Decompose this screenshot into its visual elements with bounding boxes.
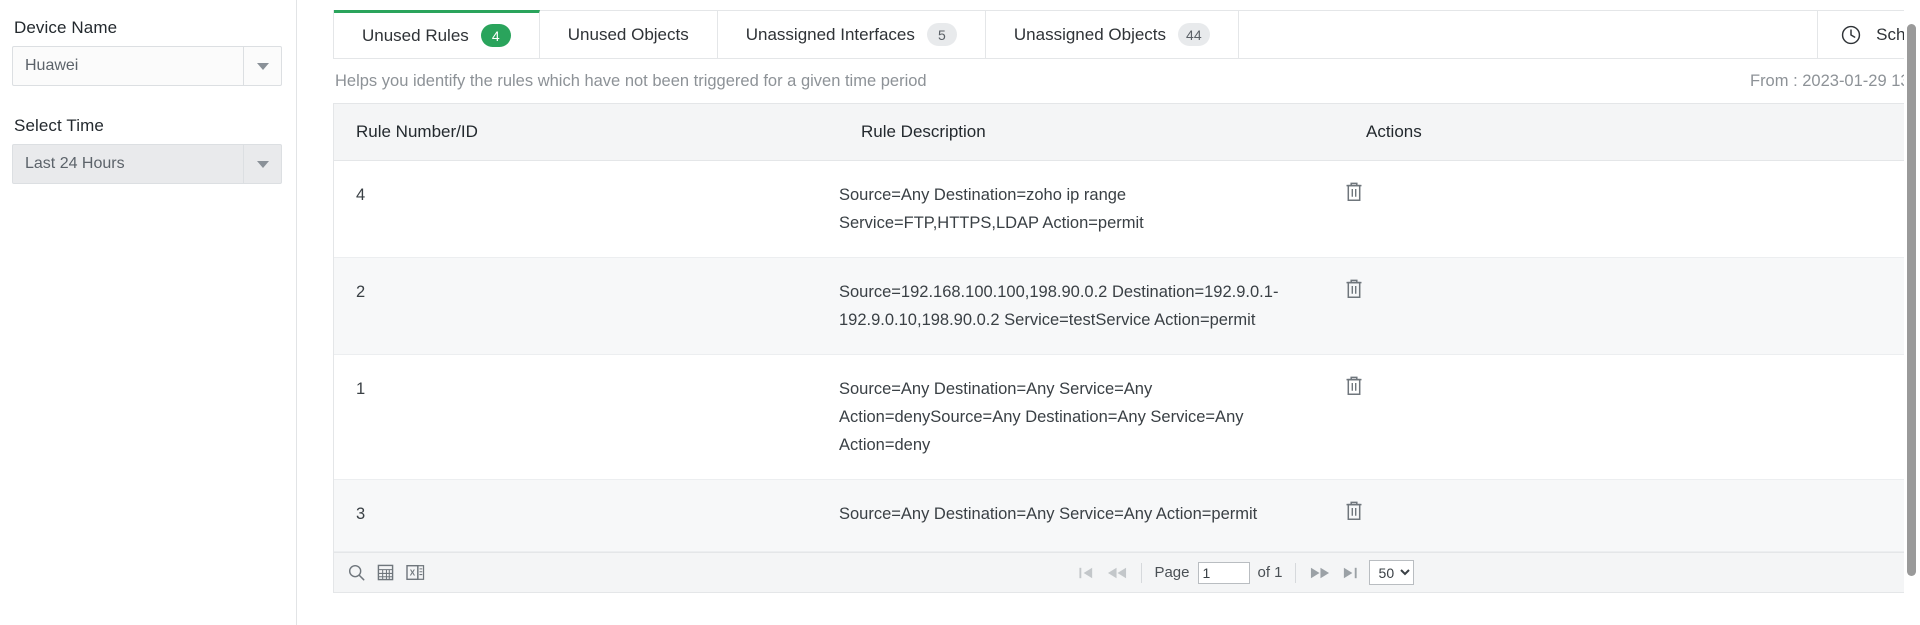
- previous-page-icon: [1107, 566, 1127, 580]
- date-range-label: From : 2023-01-29 13:47:00 | To : 2023-0…: [1750, 72, 1920, 91]
- tab-label: Unassigned Interfaces: [746, 25, 915, 45]
- table-header-row: Rule Number/ID Rule Description Actions: [334, 104, 1920, 161]
- chevron-down-icon: [257, 63, 269, 70]
- trash-icon: [1344, 375, 1364, 397]
- desc-line: Service=FTP,HTTPS,LDAP Action=permit: [839, 209, 1344, 237]
- tab-unused-objects[interactable]: Unused Objects: [540, 11, 718, 58]
- column-header-rule-desc: Rule Description: [839, 104, 1344, 161]
- sub-header: Helps you identify the rules which have …: [333, 59, 1920, 103]
- table-row: 2 Source=192.168.100.100,198.90.0.2 Dest…: [334, 258, 1920, 355]
- main-content: Unused Rules 4 Unused Objects Unassigned…: [297, 0, 1920, 625]
- filters-sidebar: Device Name Huawei Select Time Last 24 H…: [0, 0, 297, 625]
- select-time-value: Last 24 Hours: [13, 145, 243, 183]
- scrollbar-thumb[interactable]: [1907, 24, 1916, 576]
- cell-actions: [1344, 258, 1920, 355]
- trash-icon: [1344, 181, 1364, 203]
- select-time-label: Select Time: [14, 116, 296, 136]
- tab-unassigned-interfaces[interactable]: Unassigned Interfaces 5: [718, 11, 986, 58]
- tab-badge: 4: [481, 24, 511, 47]
- cell-rule-description: Source=Any Destination=zoho ip range Ser…: [839, 161, 1344, 258]
- table-head: Rule Number/ID Rule Description Actions: [334, 104, 1920, 161]
- tab-unassigned-objects[interactable]: Unassigned Objects 44: [986, 11, 1239, 58]
- trash-icon: [1344, 278, 1364, 300]
- next-page-button[interactable]: [1308, 566, 1332, 580]
- clock-icon: [1840, 24, 1862, 46]
- cell-rule-description: Source=Any Destination=Any Service=Any A…: [839, 480, 1344, 552]
- desc-line: Source=192.168.100.100,198.90.0.2 Destin…: [839, 278, 1344, 306]
- table-row: 3 Source=Any Destination=Any Service=Any…: [334, 480, 1920, 552]
- tab-unused-rules[interactable]: Unused Rules 4: [334, 10, 540, 58]
- select-time-dropdown-arrow[interactable]: [243, 145, 281, 183]
- table-body: 4 Source=Any Destination=zoho ip range S…: [334, 161, 1920, 552]
- delete-rule-button[interactable]: [1344, 375, 1364, 406]
- tab-bar-filler: [1239, 11, 1819, 58]
- delete-rule-button[interactable]: [1344, 278, 1364, 309]
- device-name-select[interactable]: Huawei: [12, 46, 282, 86]
- pagination-divider: [1295, 563, 1296, 583]
- cell-actions: [1344, 355, 1920, 480]
- cell-rule-description: Source=Any Destination=Any Service=Any A…: [839, 355, 1344, 480]
- chevron-down-icon: [257, 161, 269, 168]
- cell-rule-id: 3: [334, 480, 839, 552]
- desc-line: 192.9.0.10,198.90.0.2 Service=testServic…: [839, 306, 1344, 334]
- cell-rule-id: 2: [334, 258, 839, 355]
- delete-rule-button[interactable]: [1344, 181, 1364, 212]
- column-header-rule-id: Rule Number/ID: [334, 104, 839, 161]
- page-label: Page: [1154, 564, 1189, 581]
- select-time-select[interactable]: Last 24 Hours: [12, 144, 282, 184]
- rules-table: Rule Number/ID Rule Description Actions …: [334, 104, 1920, 552]
- tab-label: Unused Objects: [568, 25, 689, 45]
- last-page-button[interactable]: [1340, 566, 1361, 580]
- cell-actions: [1344, 161, 1920, 258]
- page-number-input[interactable]: [1198, 562, 1250, 584]
- tab-label: Unused Rules: [362, 26, 469, 46]
- last-page-icon: [1342, 566, 1359, 580]
- device-name-label: Device Name: [14, 18, 296, 38]
- rules-table-container: Rule Number/ID Rule Description Actions …: [333, 103, 1920, 593]
- trash-icon: [1344, 500, 1364, 522]
- previous-page-button[interactable]: [1105, 566, 1129, 580]
- delete-rule-button[interactable]: [1344, 500, 1364, 531]
- cell-rule-id: 4: [334, 161, 839, 258]
- page-size-select[interactable]: 50: [1369, 560, 1414, 585]
- cell-rule-id: 1: [334, 355, 839, 480]
- desc-line: Action=deny: [839, 431, 1344, 459]
- cell-rule-description: Source=192.168.100.100,198.90.0.2 Destin…: [839, 258, 1344, 355]
- tab-badge: 5: [927, 23, 957, 46]
- desc-line: Source=Any Destination=Any Service=Any: [839, 375, 1344, 403]
- cell-actions: [1344, 480, 1920, 552]
- desc-line: Source=Any Destination=Any Service=Any A…: [839, 500, 1344, 528]
- vertical-scrollbar[interactable]: [1904, 0, 1920, 625]
- tab-badge: 44: [1178, 23, 1210, 46]
- device-name-dropdown-arrow[interactable]: [243, 47, 281, 85]
- next-page-icon: [1310, 566, 1330, 580]
- first-page-button[interactable]: [1076, 566, 1097, 580]
- report-page: Device Name Huawei Select Time Last 24 H…: [0, 0, 1920, 625]
- page-total-label: of 1: [1258, 564, 1283, 581]
- desc-line: Source=Any Destination=zoho ip range: [839, 181, 1344, 209]
- device-name-value: Huawei: [13, 47, 243, 85]
- column-header-actions: Actions: [1344, 104, 1920, 161]
- first-page-icon: [1078, 566, 1095, 580]
- report-description: Helps you identify the rules which have …: [335, 72, 927, 91]
- tab-bar: Unused Rules 4 Unused Objects Unassigned…: [333, 10, 1920, 59]
- table-footer: X: [334, 552, 1920, 592]
- pagination-divider: [1141, 563, 1142, 583]
- desc-line: Action=denySource=Any Destination=Any Se…: [839, 403, 1344, 431]
- tab-label: Unassigned Objects: [1014, 25, 1166, 45]
- table-row: 4 Source=Any Destination=zoho ip range S…: [334, 161, 1920, 258]
- pagination-controls: Page of 1: [334, 560, 1920, 585]
- table-row: 1 Source=Any Destination=Any Service=Any…: [334, 355, 1920, 480]
